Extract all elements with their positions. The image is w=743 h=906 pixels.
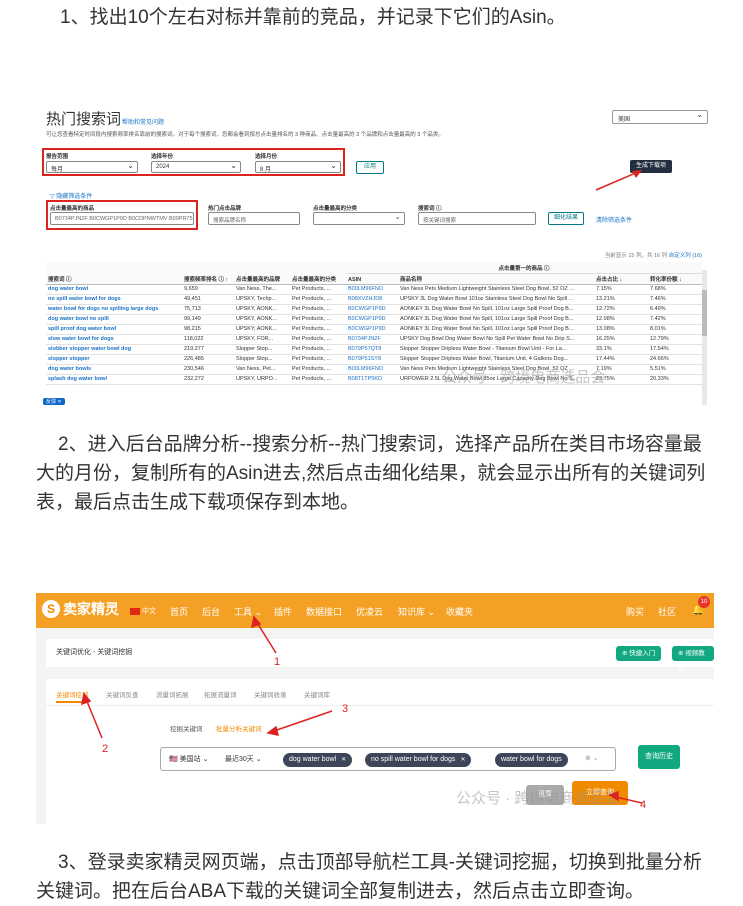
annotation-arrow	[595, 170, 642, 191]
sellersprite-screenshot: S 卖家精灵 中文 首页 后台 工具 ⌄ 插件 数据接口 优凌云 知识库 ⌄ 收藏…	[36, 593, 714, 824]
annotation-arrows	[80, 615, 643, 804]
step3-text: 3、登录卖家精灵网页端，点击顶部导航栏工具-关键词挖掘，切换到批量分析关键词。把…	[36, 852, 702, 902]
step1-text: 1、找出10个左右对标并靠前的竞品，并记录下它们的Asin。	[60, 7, 566, 28]
step2-text: 2、进入后台品牌分析--搜索分析--热门搜索词，选择产品所在类目市场容量最大的月…	[36, 434, 706, 513]
aba-screenshot: 热门搜索词 帮助和常见问题 可让您查看特定时间段内搜索频率排名靠前的搜索词。对于…	[38, 98, 712, 406]
